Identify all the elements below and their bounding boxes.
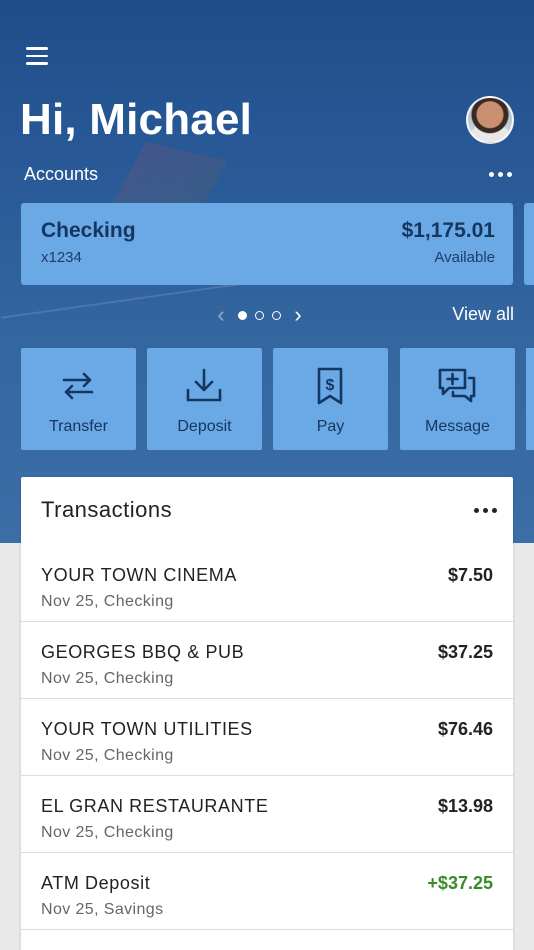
transaction-meta: Nov 25, Savings [41, 901, 164, 918]
pager-dot [255, 310, 264, 320]
message-icon [438, 368, 476, 403]
svg-text:$: $ [326, 377, 335, 394]
account-balance: $1,175.01 [401, 219, 495, 242]
pager-dot [238, 310, 247, 320]
transaction-merchant: GEORGES BBQ & PUB [41, 642, 245, 662]
pay-icon: $ [317, 367, 343, 405]
account-name: Checking [41, 219, 136, 242]
account-pager: ‹ › [212, 302, 307, 328]
transfer-icon [62, 372, 94, 400]
account-number: x1234 [41, 249, 82, 266]
transactions-title: Transactions [41, 497, 173, 522]
transaction-merchant: YOUR TOWN UTILITIES [41, 719, 253, 739]
transaction-meta: Nov 25, Checking [41, 824, 174, 841]
pay-label: Pay [316, 418, 345, 435]
transaction-amount: $13.98 [437, 796, 493, 816]
view-all-link[interactable]: View all [452, 304, 514, 325]
message-label: Message [425, 418, 490, 435]
transaction-merchant: EL GRAN RESTAURANTE [41, 796, 269, 816]
transaction-merchant: ATM Deposit [41, 873, 151, 893]
account-card-checking[interactable]: Checking x1234 $1,175.01 Available [21, 203, 513, 285]
accounts-more-icon[interactable] [489, 172, 512, 177]
transactions-panel: Transactions YOUR TOWN CINEMA Nov 25, Ch… [21, 477, 513, 950]
transaction-row[interactable]: GEORGES BBQ & PUB Nov 25, Checking $37.2… [21, 622, 513, 699]
transaction-merchant: YOUR TOWN CINEMA [41, 565, 237, 585]
transaction-meta: Nov 25, Checking [41, 593, 174, 610]
pager-dot [272, 310, 281, 320]
accounts-label: Accounts [24, 164, 99, 184]
next-account-card[interactable] [524, 203, 534, 285]
chevron-right-icon[interactable]: › [289, 302, 307, 328]
transfer-label: Transfer [49, 418, 108, 435]
transaction-row[interactable]: ATM Deposit Nov 25, Savings +$37.25 [21, 853, 513, 930]
deposit-icon [186, 368, 222, 402]
next-action-button[interactable] [526, 348, 534, 450]
avatar[interactable] [466, 96, 514, 144]
pay-button[interactable]: $ Pay [273, 348, 388, 450]
greeting: Hi, Michael [20, 95, 253, 144]
transfer-button[interactable]: Transfer [21, 348, 136, 450]
transaction-row[interactable]: EL GRAN RESTAURANTE Nov 25, Checking $13… [21, 776, 513, 853]
transaction-amount: $37.25 [437, 642, 493, 662]
transaction-row[interactable]: YOUR TOWN CINEMA Nov 25, Checking $7.50 [21, 545, 513, 622]
transaction-meta: Nov 25, Checking [41, 670, 174, 687]
deposit-label: Deposit [177, 418, 232, 435]
account-balance-label: Available [434, 249, 495, 266]
transaction-amount: +$37.25 [427, 873, 493, 893]
kite-line [1, 283, 239, 319]
transaction-row[interactable]: YOUR TOWN UTILITIES Nov 25, Checking $76… [21, 699, 513, 776]
deposit-button[interactable]: Deposit [147, 348, 262, 450]
transaction-amount: $76.46 [437, 719, 493, 739]
hero-background: Hi, Michael Accounts Checking x1234 $1,1… [0, 0, 534, 543]
chevron-left-icon[interactable]: ‹ [212, 302, 230, 328]
message-button[interactable]: Message [400, 348, 515, 450]
menu-icon[interactable] [26, 47, 48, 65]
transactions-more-icon[interactable] [474, 508, 497, 513]
transaction-amount: $7.50 [447, 565, 493, 585]
transaction-meta: Nov 25, Checking [41, 747, 174, 764]
